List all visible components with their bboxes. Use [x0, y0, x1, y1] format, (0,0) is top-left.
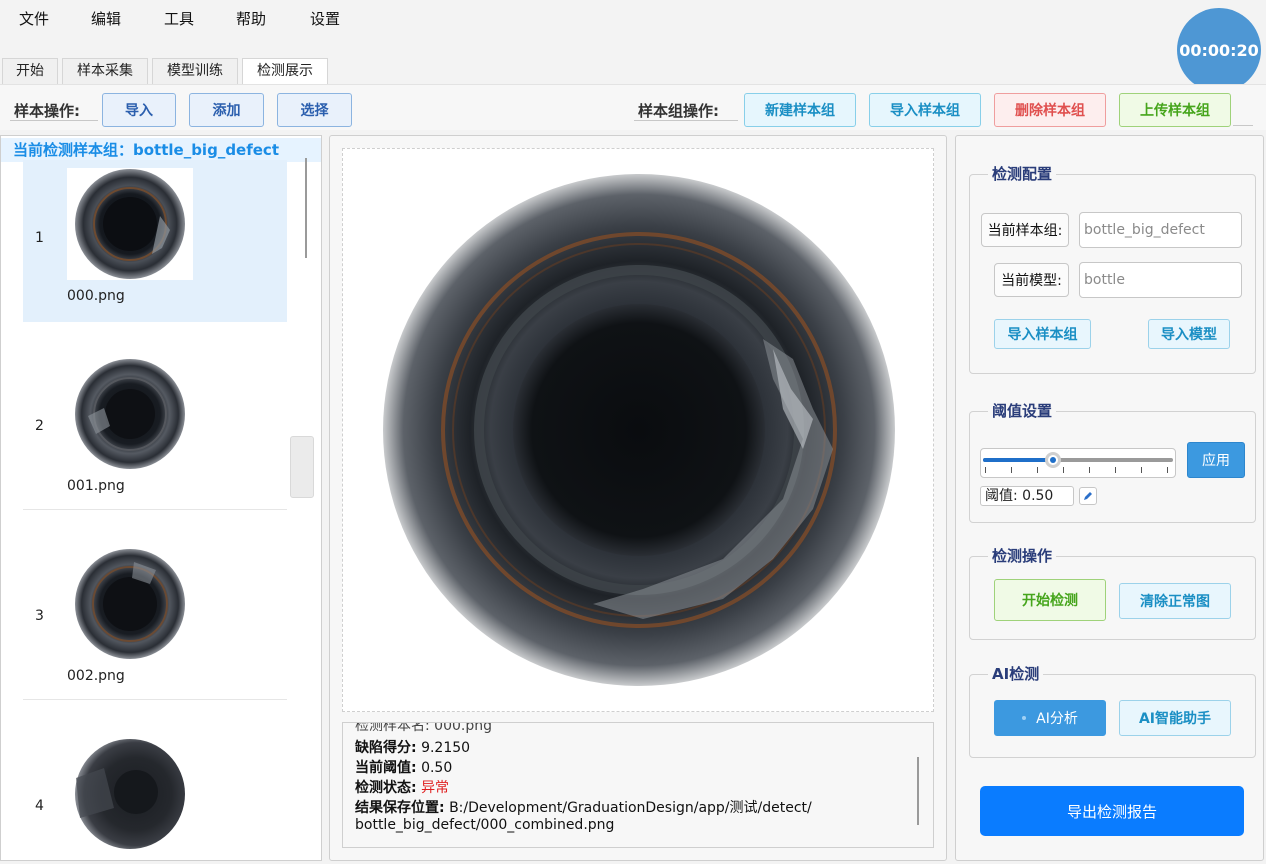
control-panel: 检测配置 当前样本组: bottle_big_defect 当前模型: bott… — [955, 135, 1264, 861]
sample-list-panel: 当前检测样本组：bottle_big_defect 1 000.png 2 00… — [0, 135, 322, 861]
add-button[interactable]: 添加 — [189, 93, 264, 127]
sample-thumbnail — [67, 738, 193, 850]
current-group-title: 当前检测样本组：bottle_big_defect — [1, 138, 321, 162]
import-group-button[interactable]: 导入样本组 — [869, 93, 981, 127]
result-path: 结果保存位置: B:/Development/GraduationDesign/… — [355, 797, 812, 817]
menu-help[interactable]: 帮助 — [236, 8, 266, 29]
sample-thumbnail — [67, 358, 193, 470]
tab-model-train[interactable]: 模型训练 — [152, 58, 238, 84]
delete-group-button[interactable]: 删除样本组 — [994, 93, 1106, 127]
slider-tick — [1063, 467, 1064, 473]
tab-detect-display[interactable]: 检测展示 — [242, 58, 328, 84]
slider-track — [983, 452, 1173, 468]
timer-badge: 00:00:20 — [1177, 8, 1261, 92]
sample-index: 2 — [35, 418, 44, 434]
export-report-button[interactable]: 导出检测报告 — [980, 786, 1244, 836]
detect-ops-title: 检测操作 — [988, 545, 1057, 566]
tab-start[interactable]: 开始 — [2, 58, 58, 84]
result-status: 检测状态: 异常 — [355, 777, 449, 797]
sample-thumbnail — [67, 168, 193, 280]
path-label: 结果保存位置: — [355, 800, 445, 816]
slider-tick — [1011, 467, 1012, 473]
detection-image — [383, 174, 895, 686]
sample-index: 1 — [35, 230, 44, 246]
ai-analyze-button[interactable]: AI分析 — [994, 700, 1106, 736]
sample-index: 4 — [35, 798, 44, 814]
dot-icon — [1022, 716, 1027, 720]
menu-file[interactable]: 文件 — [19, 8, 49, 29]
edit-threshold-button[interactable] — [1079, 487, 1097, 505]
score-value: 9.2150 — [421, 740, 471, 756]
slider-tick — [1167, 467, 1168, 473]
threshold-title: 阈值设置 — [988, 400, 1057, 421]
result-partial-line: 检测样本名: 000.png — [355, 722, 492, 734]
status-value: 异常 — [421, 780, 450, 796]
slider-knob[interactable] — [1045, 452, 1061, 468]
group-ops-label: 样本组操作: — [638, 102, 719, 120]
slider-tick — [1089, 467, 1090, 473]
detect-config-group: 检测配置 当前样本组: bottle_big_defect 当前模型: bott… — [969, 163, 1256, 374]
menu-settings[interactable]: 设置 — [310, 8, 340, 29]
threshold-label: 当前阈值: — [355, 760, 417, 776]
toolbar: 样本操作: 导入 添加 选择 样本组操作: 新建样本组 导入样本组 删除样本组 … — [0, 84, 1266, 130]
list-item[interactable]: 3 002.png — [23, 512, 287, 700]
tab-sample-collect[interactable]: 样本采集 — [62, 58, 148, 84]
import-model-button[interactable]: 导入模型 — [1148, 319, 1230, 349]
current-model-field[interactable]: bottle — [1079, 262, 1242, 298]
sample-thumbnail — [67, 548, 193, 660]
result-threshold: 当前阈值: 0.50 — [355, 757, 452, 777]
start-detect-button[interactable]: 开始检测 — [994, 579, 1106, 621]
ai-detect-group: AI检测 AI分析 AI智能助手 — [969, 663, 1256, 758]
import-button[interactable]: 导入 — [102, 93, 176, 127]
current-group-label: 当前样本组: — [981, 213, 1069, 247]
sample-index: 3 — [35, 608, 44, 624]
divider — [634, 120, 738, 121]
menu-tools[interactable]: 工具 — [164, 8, 194, 29]
ai-assistant-button[interactable]: AI智能助手 — [1119, 700, 1231, 736]
list-item[interactable]: 4 — [23, 702, 287, 860]
score-label: 缺陷得分: — [355, 740, 417, 756]
slider-tick — [1037, 467, 1038, 473]
threshold-value-field[interactable]: 阈值: 0.50 — [980, 486, 1074, 506]
threshold-value: 0.50 — [421, 760, 453, 776]
import-group-config-button[interactable]: 导入样本组 — [994, 319, 1091, 349]
divider — [1233, 125, 1253, 126]
sample-name: 000.png — [67, 288, 125, 304]
list-item[interactable]: 2 001.png — [23, 322, 287, 510]
slider-tick — [985, 467, 986, 473]
list-item[interactable]: 1 000.png — [23, 160, 287, 322]
list-scroll-track — [305, 158, 307, 258]
threshold-slider[interactable] — [980, 448, 1176, 478]
current-model-label: 当前模型: — [994, 263, 1069, 297]
slider-tick — [1141, 467, 1142, 473]
divider — [10, 120, 98, 121]
pencil-icon — [1084, 492, 1092, 500]
path-value: B:/Development/GraduationDesign/app/测试/d… — [449, 800, 812, 816]
apply-threshold-button[interactable]: 应用 — [1187, 442, 1245, 478]
clear-normal-button[interactable]: 清除正常图 — [1119, 583, 1231, 619]
result-path-cont: bottle_big_defect/000_combined.png — [355, 817, 615, 833]
sample-name: 002.png — [67, 668, 125, 684]
result-info-box: 检测样本名: 000.png 缺陷得分: 9.2150 当前阈值: 0.50 检… — [342, 722, 934, 848]
sample-ops-label: 样本操作: — [14, 102, 80, 120]
slider-tick — [1115, 467, 1116, 473]
slider-fill — [983, 458, 1053, 462]
menu-edit[interactable]: 编辑 — [91, 8, 121, 29]
ai-analyze-label: AI分析 — [1036, 711, 1078, 727]
current-group-field[interactable]: bottle_big_defect — [1079, 212, 1242, 248]
list-scrollbar[interactable] — [290, 436, 314, 498]
sample-name: 001.png — [67, 478, 125, 494]
detection-image-frame — [342, 148, 934, 712]
upload-group-button[interactable]: 上传样本组 — [1119, 93, 1231, 127]
select-button[interactable]: 选择 — [277, 93, 352, 127]
detect-config-title: 检测配置 — [988, 163, 1057, 184]
new-group-button[interactable]: 新建样本组 — [744, 93, 856, 127]
info-scrollbar[interactable] — [917, 757, 919, 825]
detect-display-panel: 检测样本名: 000.png 缺陷得分: 9.2150 当前阈值: 0.50 检… — [329, 135, 947, 861]
menu-bar: 文件 编辑 工具 帮助 设置 — [0, 0, 1266, 34]
status-label: 检测状态: — [355, 780, 417, 796]
result-score: 缺陷得分: 9.2150 — [355, 737, 470, 757]
detect-ops-group: 检测操作 开始检测 清除正常图 — [969, 545, 1256, 640]
ai-detect-title: AI检测 — [988, 663, 1044, 684]
